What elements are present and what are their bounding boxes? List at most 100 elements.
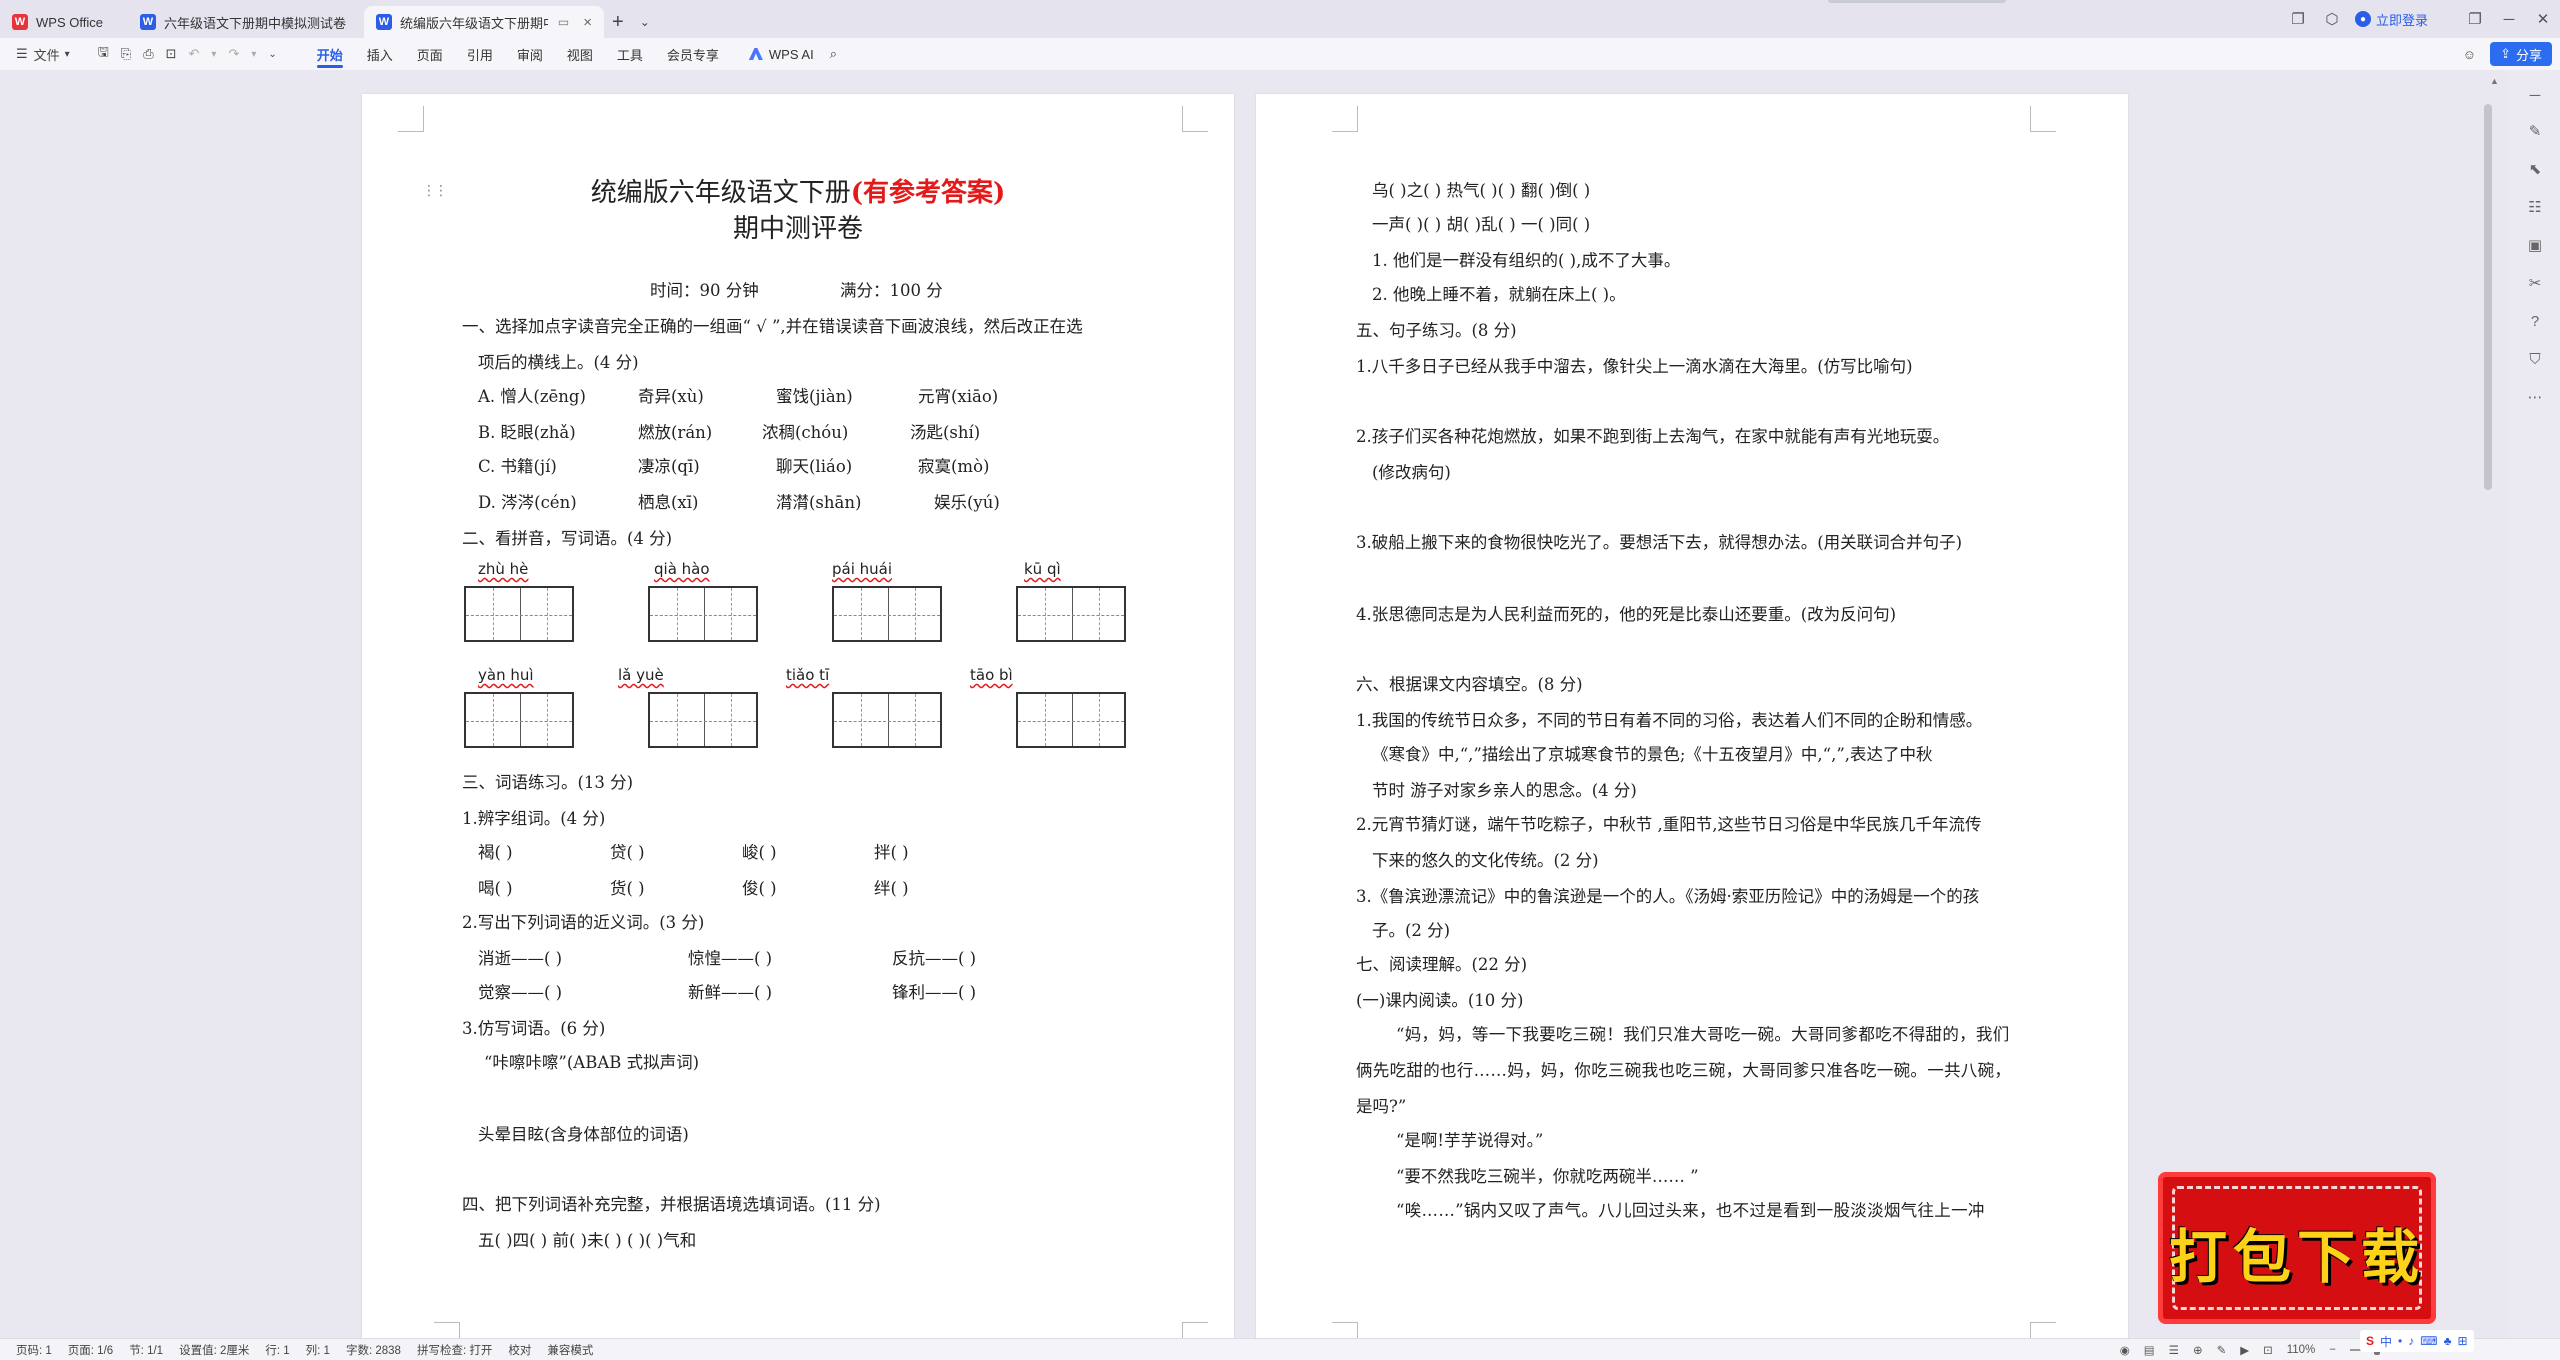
status-section[interactable]: 节: 1/1 xyxy=(129,1342,163,1358)
tab-list-chevron-icon[interactable]: ⌄ xyxy=(632,6,658,38)
wps-window: { "tabs": [ {"label": "WPS Office", "ico… xyxy=(0,0,2560,1360)
multi-window-icon[interactable]: ❐ xyxy=(2281,5,2315,33)
tab-wps-home[interactable]: W WPS Office xyxy=(0,6,128,38)
status-spell-check[interactable]: 拼写检查: 打开 xyxy=(417,1342,492,1358)
writing-grid[interactable] xyxy=(1016,586,1126,642)
select-cursor-icon[interactable]: ⬉ xyxy=(2524,158,2546,180)
outline-view-icon[interactable]: ☰ xyxy=(2169,1343,2179,1357)
tab-document-1[interactable]: W 六年级语文下册期中模拟测试卷（二） xyxy=(128,6,364,38)
wps-ai-button[interactable]: WPS AI xyxy=(748,47,814,62)
undo-icon[interactable]: ↶ xyxy=(183,41,206,67)
restore-window-icon[interactable]: ❐ xyxy=(2458,5,2492,33)
q1-option: D. 涔涔(cén) xyxy=(478,493,577,512)
menu-home[interactable]: 开始 xyxy=(305,38,355,70)
page-2[interactable]: 乌( )之( ) 热气( )( ) 翻( )倒( ) 一声( )( ) 胡( )… xyxy=(1256,94,2128,1338)
q1-option: 寂寞(mò) xyxy=(918,457,990,476)
page-view-icon[interactable]: ▤ xyxy=(2144,1343,2155,1357)
question-6: 六、根据课文内容填空。(8 分) xyxy=(1356,675,1583,694)
status-page-number[interactable]: 页码: 1 xyxy=(16,1342,52,1358)
file-menu-button[interactable]: ☰ 文件 ▾ xyxy=(10,41,76,67)
writing-grid[interactable] xyxy=(648,586,758,642)
menu-insert[interactable]: 插入 xyxy=(355,38,405,70)
minimize-icon[interactable]: ─ xyxy=(2492,5,2526,33)
image-icon[interactable]: ▣ xyxy=(2524,234,2546,256)
user-avatar-icon: ● xyxy=(2354,11,2371,27)
cube-icon[interactable]: ⬡ xyxy=(2315,5,2349,33)
status-proofread[interactable]: 校对 xyxy=(508,1342,531,1358)
collapse-icon[interactable]: ─ xyxy=(2524,84,2546,106)
magic-tools-icon[interactable]: ✂ xyxy=(2524,272,2546,294)
zoom-level[interactable]: 110% xyxy=(2287,1344,2316,1356)
close-tab-icon[interactable]: × xyxy=(583,14,592,31)
status-column[interactable]: 列: 1 xyxy=(306,1342,330,1358)
q6-item: 2.元宵节猜灯谜，端午节吃粽子，中秋节 ,重阳节,这些节日习俗是中华民族几千年流… xyxy=(1356,815,1982,834)
q3-3-prompt: “咔嚓咔嚓”(ABAB 式拟声词) xyxy=(484,1053,700,1072)
status-word-count[interactable]: 字数: 2838 xyxy=(346,1342,401,1358)
save-icon[interactable]: 🖫 xyxy=(92,41,115,67)
fill-sentence: 2. 他晚上睡不着，就躺在床上( )。 xyxy=(1372,285,1626,304)
more-icon[interactable]: ⋯ xyxy=(2524,386,2546,408)
export-icon[interactable]: ⎘ xyxy=(115,41,137,67)
menu-review[interactable]: 审阅 xyxy=(505,38,555,70)
writing-grid[interactable] xyxy=(464,692,574,748)
undo-dropdown-icon[interactable]: ▾ xyxy=(205,41,222,67)
print-icon[interactable]: ⎙ xyxy=(137,41,159,67)
web-view-icon[interactable]: ⊕ xyxy=(2193,1343,2203,1357)
redo-icon[interactable]: ↷ xyxy=(222,41,245,67)
menu-page[interactable]: 页面 xyxy=(405,38,455,70)
tab-document-2-active[interactable]: W 统编版六年级语文下册期中测 ▭ × xyxy=(364,6,604,38)
document-workspace[interactable]: ⋮⋮ 统编版六年级语文下册(有参考答案) 期中测评卷 时间：90 分钟 满分：1… xyxy=(0,70,2560,1338)
pen-icon[interactable]: ✎ xyxy=(2524,120,2546,142)
settings-sliders-icon[interactable]: ☷ xyxy=(2524,196,2546,218)
print-preview-icon[interactable]: ⊡ xyxy=(160,41,183,67)
fit-page-icon[interactable]: ⊡ xyxy=(2263,1343,2273,1357)
question-4: 四、把下列词语补充完整，并根据语境选填词语。(11 分) xyxy=(462,1195,881,1214)
writing-grid[interactable] xyxy=(648,692,758,748)
writing-grid[interactable] xyxy=(1016,692,1126,748)
q1-option: 浓稠(chóu) xyxy=(762,423,849,442)
monitor-icon[interactable]: ▭ xyxy=(558,15,569,29)
status-row[interactable]: 行: 1 xyxy=(265,1342,289,1358)
title-main: 统编版六年级语文下册 xyxy=(590,178,851,208)
status-page-count[interactable]: 页面: 1/6 xyxy=(68,1342,113,1358)
right-toolbar: ─ ✎ ⬉ ☷ ▣ ✂ ? ⛉ ⋯ xyxy=(2508,70,2560,1338)
login-button[interactable]: ● 立即登录 xyxy=(2354,10,2428,29)
page-1[interactable]: ⋮⋮ 统编版六年级语文下册(有参考答案) 期中测评卷 时间：90 分钟 满分：1… xyxy=(362,94,1234,1338)
scroll-up-icon[interactable]: ▲ xyxy=(2490,76,2499,86)
ime-grid-icon: ⊞ xyxy=(2457,1334,2468,1348)
zoom-out-icon[interactable]: − xyxy=(2329,1344,2336,1356)
share-button[interactable]: ⇪ 分享 xyxy=(2490,42,2552,66)
help-icon[interactable]: ? xyxy=(2524,310,2546,332)
q1-option: 凄凉(qī) xyxy=(638,457,700,476)
search-icon[interactable]: ⌕ xyxy=(824,41,843,67)
writing-grid[interactable] xyxy=(832,586,942,642)
focus-icon[interactable]: ▶ xyxy=(2240,1343,2249,1357)
menu-member[interactable]: 会员专享 xyxy=(655,38,731,70)
edit-view-icon[interactable]: ✎ xyxy=(2217,1343,2227,1357)
q3-1-item: 货( ) xyxy=(610,879,645,898)
vertical-scrollbar[interactable] xyxy=(2484,104,2492,490)
writing-grid[interactable] xyxy=(832,692,942,748)
eye-icon[interactable]: ◉ xyxy=(2120,1343,2130,1357)
ime-tray[interactable]: S 中 • ♪ ⌨ ♣ ⊞ xyxy=(2360,1330,2474,1352)
status-compat-mode[interactable]: 兼容模式 xyxy=(547,1342,593,1358)
redo-dropdown-icon[interactable]: ▾ xyxy=(245,41,262,67)
writing-grid[interactable] xyxy=(464,586,574,642)
margin-corner-mark xyxy=(1182,1322,1208,1338)
new-tab-button[interactable]: + xyxy=(604,6,632,38)
q4-row: 五( )四( ) 前( )未( ) ( )( )气和 xyxy=(478,1231,697,1250)
menu-view[interactable]: 视图 xyxy=(555,38,605,70)
close-window-icon[interactable]: ✕ xyxy=(2526,5,2560,33)
status-setting[interactable]: 设置值: 2厘米 xyxy=(179,1342,249,1358)
margin-corner-mark xyxy=(1182,106,1208,132)
quick-access-chevron-icon[interactable]: ⌄ xyxy=(262,41,282,67)
menu-references[interactable]: 引用 xyxy=(455,38,505,70)
download-banner[interactable]: 打包下载 xyxy=(2158,1172,2436,1324)
shirt-icon[interactable]: ⛉ xyxy=(2524,348,2546,370)
collaboration-icon[interactable]: ☺ xyxy=(2457,41,2482,67)
menu-tools[interactable]: 工具 xyxy=(605,38,655,70)
title-search-strip[interactable] xyxy=(1828,0,2006,3)
question-7: 七、阅读理解。(22 分) xyxy=(1356,955,1528,974)
q3-2-item: 反抗——( ) xyxy=(892,949,977,968)
reading-paragraph: “妈，妈，等一下我要吃三碗！我们只准大哥吃一碗。大哥同爹都吃不得甜的，我们 xyxy=(1396,1025,2010,1044)
